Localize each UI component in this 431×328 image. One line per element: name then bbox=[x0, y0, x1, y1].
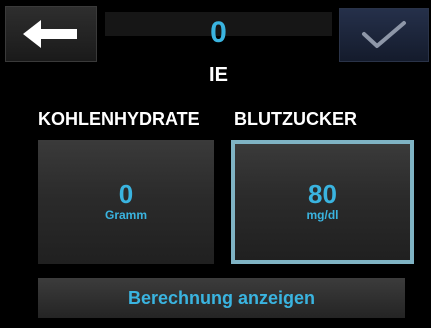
carbs-value: 0 bbox=[118, 179, 134, 209]
blood-glucose-tile[interactable]: 80 mg/dl bbox=[231, 140, 414, 264]
insulin-units-value[interactable]: 0 bbox=[105, 12, 332, 54]
confirm-button[interactable] bbox=[339, 8, 429, 62]
arrow-left-icon bbox=[23, 19, 79, 49]
blood-glucose-unit: mg/dl bbox=[306, 208, 339, 222]
blood-glucose-heading: BLUTZUCKER bbox=[234, 109, 357, 129]
show-calculation-button[interactable]: Berechnung anzeigen bbox=[38, 278, 405, 318]
blood-glucose-value: 80 bbox=[308, 179, 337, 209]
carbs-tile[interactable]: 0 Gramm bbox=[38, 140, 214, 264]
carbs-unit: Gramm bbox=[104, 208, 148, 222]
bolus-entry-screen: 0 IE KOHLENHYDRATE BLUTZUCKER 0 Gramm 80… bbox=[0, 0, 431, 328]
checkmark-icon bbox=[361, 20, 407, 50]
back-button[interactable] bbox=[5, 6, 97, 62]
carbs-heading: KOHLENHYDRATE bbox=[38, 109, 200, 129]
insulin-units-label: IE bbox=[209, 64, 228, 86]
